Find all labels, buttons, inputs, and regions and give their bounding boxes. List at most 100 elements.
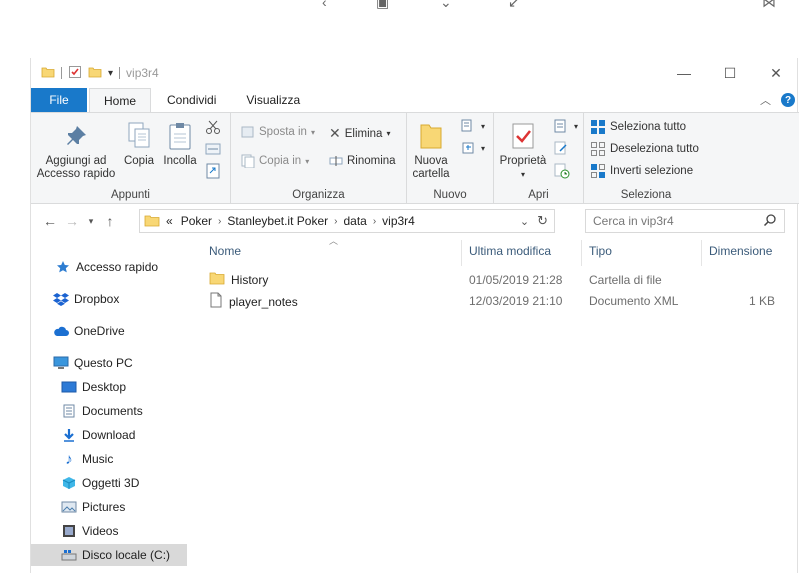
up-arrow-icon[interactable]: ↑: [99, 213, 121, 229]
copy-path-icon[interactable]: [205, 142, 221, 156]
nav-item-label: Oggetti 3D: [82, 476, 140, 490]
delete-button[interactable]: ✕ Elimina ▾: [329, 125, 390, 142]
tab-share[interactable]: Condividi: [151, 88, 230, 112]
nav-item-pictures[interactable]: Pictures: [61, 496, 125, 518]
breadcrumb-overflow[interactable]: «: [166, 214, 173, 228]
file-modified: 12/03/2019 21:10: [469, 294, 563, 308]
table-row[interactable]: History 01/05/2019 21:28 Cartella di fil…: [209, 270, 789, 291]
chevron-down-icon: ▾: [481, 121, 486, 131]
navigation-pane: Accesso rapido Dropbox OneDrive Questo P…: [31, 238, 189, 573]
move-to-button[interactable]: Sposta in ▾: [241, 125, 315, 139]
new-folder-qat-icon[interactable]: [88, 65, 102, 82]
history-button[interactable]: [554, 163, 570, 179]
cut-icon[interactable]: [205, 119, 221, 135]
window-title: vip3r4: [126, 66, 159, 80]
paste-shortcut-icon[interactable]: [205, 163, 221, 179]
new-folder-button[interactable]: Nuova cartella: [409, 119, 453, 181]
column-divider[interactable]: [581, 240, 582, 266]
copy-to-button[interactable]: Copia in ▾: [241, 154, 309, 168]
new-item-button[interactable]: ▾: [461, 119, 485, 133]
tab-home[interactable]: Home: [89, 88, 152, 112]
column-divider[interactable]: [701, 240, 702, 266]
delete-x-icon: ✕: [329, 125, 341, 141]
collapse-ribbon-icon[interactable]: ︿: [760, 92, 771, 108]
customize-qat-icon[interactable]: ▾: [108, 68, 113, 79]
search-placeholder: Cerca in vip3r4: [593, 214, 674, 228]
sort-ascending-icon: ︿: [329, 236, 339, 246]
forward-arrow-icon[interactable]: →: [61, 213, 83, 229]
edit-button[interactable]: [554, 141, 570, 155]
nav-item-label: Disco locale (C:): [82, 548, 171, 562]
column-divider[interactable]: [461, 240, 462, 266]
chevron-down-icon: ▾: [520, 170, 525, 179]
deselect-all-icon: [591, 142, 605, 156]
nav-item-local-disk[interactable]: Disco locale (C:): [31, 544, 187, 566]
new-item-icon: [461, 119, 472, 132]
nav-item-this-pc[interactable]: Questo PC: [53, 352, 133, 374]
file-name: player_notes: [229, 294, 298, 309]
nav-item-download[interactable]: Download: [61, 424, 135, 446]
copy-to-label: Copia in: [259, 155, 302, 167]
properties-check-icon[interactable]: [68, 65, 82, 82]
nav-item-quick-access[interactable]: Accesso rapido: [55, 256, 158, 278]
open-button[interactable]: ▾: [554, 119, 578, 133]
group-new-label: Nuovo: [433, 189, 467, 201]
chevron-right-icon[interactable]: ›: [373, 216, 376, 227]
copy-button[interactable]: Copia: [121, 119, 157, 168]
breadcrumb-vip3r4[interactable]: vip3r4: [382, 214, 415, 228]
select-all-button[interactable]: Seleziona tutto: [590, 119, 686, 135]
nav-item-dropbox[interactable]: Dropbox: [53, 288, 119, 310]
search-box[interactable]: Cerca in vip3r4: [585, 209, 785, 233]
close-button[interactable]: ✕: [753, 58, 799, 88]
file-name-cell: History: [209, 271, 268, 288]
properties-button[interactable]: Proprietà ▾: [498, 119, 548, 181]
minimize-button[interactable]: —: [661, 58, 707, 88]
history-icon: [554, 163, 570, 179]
address-history-chevron-icon[interactable]: ⌄: [520, 215, 529, 228]
deselect-all-button[interactable]: Deseleziona tutto: [590, 141, 699, 157]
address-bar[interactable]: « Poker › Stanleybet.it Poker › data › v…: [139, 209, 555, 233]
paste-button[interactable]: Incolla: [161, 119, 199, 168]
pin-label: Aggiungi ad Accesso rapido: [36, 155, 116, 180]
select-all-icon: [591, 120, 605, 134]
refresh-icon[interactable]: ↻: [537, 213, 548, 229]
nav-item-label: Music: [82, 452, 114, 466]
column-header-name[interactable]: Nome: [209, 244, 241, 258]
folder-small-icon: [41, 65, 55, 82]
search-icon[interactable]: [763, 213, 777, 230]
nav-item-desktop[interactable]: Desktop: [61, 376, 126, 398]
copy-icon: [126, 119, 152, 153]
pin-quick-access-button[interactable]: Aggiungi ad Accesso rapido: [35, 119, 117, 181]
new-folder-label: Nuova cartella: [412, 155, 450, 180]
breadcrumb-poker[interactable]: Poker: [181, 214, 212, 228]
tab-file[interactable]: File: [31, 88, 87, 112]
clipboard-icon: [167, 119, 193, 153]
breadcrumb-stanleybet[interactable]: Stanleybet.it Poker: [227, 214, 328, 228]
help-icon[interactable]: ?: [781, 93, 795, 107]
column-header-size[interactable]: Dimensione: [709, 244, 772, 258]
nav-item-3d-objects[interactable]: Oggetti 3D: [61, 472, 139, 494]
invert-selection-button[interactable]: Inverti selezione: [590, 163, 693, 179]
maximize-button[interactable]: ☐: [707, 58, 753, 88]
back-arrow-icon[interactable]: ←: [39, 213, 61, 229]
chevron-right-icon[interactable]: ›: [334, 216, 337, 227]
easy-access-button[interactable]: ▾: [461, 141, 485, 155]
column-header-modified[interactable]: Ultima modifica: [469, 244, 551, 258]
column-header-type[interactable]: Tipo: [589, 244, 612, 258]
recent-locations-chevron-icon[interactable]: ▾: [83, 216, 99, 227]
copy-label: Copia: [123, 155, 155, 167]
nav-item-videos[interactable]: Videos: [61, 520, 118, 542]
table-row[interactable]: player_notes 12/03/2019 21:10 Documento …: [209, 291, 789, 312]
file-type: Cartella di file: [589, 273, 662, 287]
window-controls: — ☐ ✕: [661, 58, 799, 88]
breadcrumb-data[interactable]: data: [343, 214, 366, 228]
tab-view[interactable]: Visualizza: [230, 88, 314, 112]
rename-button[interactable]: Rinomina: [329, 154, 396, 168]
pictures-icon: [61, 499, 77, 515]
invert-selection-label: Inverti selezione: [610, 165, 694, 177]
nav-item-documents[interactable]: Documents: [61, 400, 143, 422]
chevron-right-icon[interactable]: ›: [218, 216, 221, 227]
nav-item-label: Pictures: [82, 500, 126, 514]
nav-item-music[interactable]: ♪ Music: [61, 448, 113, 470]
nav-item-onedrive[interactable]: OneDrive: [53, 320, 125, 342]
